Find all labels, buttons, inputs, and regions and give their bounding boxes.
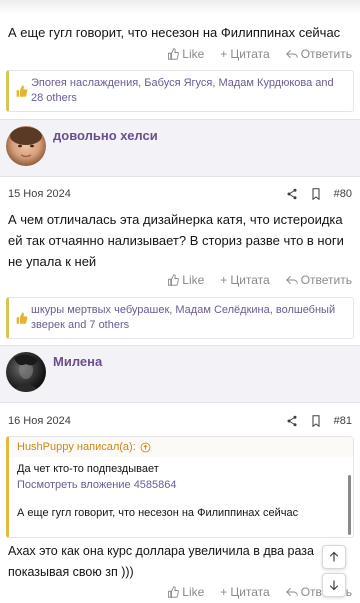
avatar[interactable] (6, 352, 46, 392)
portrait-icon (12, 354, 40, 392)
quote-line: Да чет кто-то подпездывает (17, 463, 159, 475)
bookmark-icon[interactable] (310, 415, 322, 427)
post-actions: Like + Цитата Ответить (0, 43, 360, 65)
thumbs-up-icon (168, 586, 180, 598)
likes-text: шкуры мертвых чебурашек, Мадам Селёдкина… (31, 304, 336, 331)
plus-icon: + (220, 273, 228, 287)
scroll-top-button[interactable] (322, 545, 346, 569)
post-tools: #81 (286, 415, 352, 427)
username[interactable]: довольно хелси (53, 128, 158, 143)
like-label: Like (182, 273, 205, 287)
arrow-down-icon (329, 580, 339, 591)
quote-scrollbar[interactable] (348, 475, 351, 535)
post-actions: Like + Цитата Ответить (0, 269, 360, 291)
reply-label: Ответить (300, 47, 352, 61)
post-body: А чем отличалась эта дизайнерка катя, чт… (8, 212, 344, 269)
post-actions: Like + Цитата Ответить (0, 581, 360, 603)
reply-icon (285, 275, 298, 285)
reply-icon (285, 587, 298, 597)
like-button[interactable]: Like (167, 47, 204, 61)
thumbs-up-icon (168, 274, 180, 286)
post-number[interactable]: #81 (334, 415, 352, 427)
post-meta: 16 Ноя 2024 #81 (0, 410, 360, 432)
post-body: Ахах это как она курс доллара увеличила … (8, 544, 314, 579)
forum-thread: А еще гугл говорит, что несезон на Филип… (0, 0, 360, 603)
quote-label: Цитата (230, 585, 270, 599)
plus-icon: + (220, 47, 228, 61)
bookmark-icon[interactable] (310, 188, 322, 200)
share-icon[interactable] (286, 188, 298, 200)
thumbs-up-icon (168, 48, 180, 60)
quote-label: Цитата (230, 47, 270, 61)
share-icon[interactable] (286, 415, 298, 427)
like-button[interactable]: Like (167, 585, 204, 599)
like-button[interactable]: Like (167, 273, 204, 287)
quote-button[interactable]: + Цитата (220, 273, 269, 287)
post-number[interactable]: #80 (334, 188, 352, 200)
thumbs-up-icon (16, 85, 28, 97)
post-tail (0, 0, 360, 14)
username[interactable]: Милена (53, 354, 102, 369)
reply-icon (285, 49, 298, 59)
quote-author: HushPuppy написал(а): (17, 441, 136, 453)
quote-block: HushPuppy написал(а): Да чет кто-то подп… (6, 436, 354, 538)
like-label: Like (182, 585, 205, 599)
quote-body: Да чет кто-то подпездывает Посмотреть вл… (9, 457, 353, 527)
likes-summary[interactable]: шкуры мертвых чебурашек, Мадам Селёдкина… (6, 297, 354, 339)
likes-summary[interactable]: Эпогея наслаждения, Бабуся Ягуся, Мадам … (6, 70, 354, 112)
quote-label: Цитата (230, 273, 270, 287)
avatar[interactable] (6, 126, 46, 166)
quote-button[interactable]: + Цитата (220, 47, 269, 61)
thumbs-up-icon (16, 312, 28, 324)
attachment-link[interactable]: Посмотреть вложение 4585864 (17, 477, 345, 493)
likes-text: Эпогея наслаждения, Бабуся Ягуся, Мадам … (31, 77, 334, 104)
like-label: Like (182, 47, 205, 61)
scroll-bottom-button[interactable] (322, 573, 346, 597)
reply-button[interactable]: Ответить (285, 273, 352, 287)
post-tools: #80 (286, 188, 352, 200)
post-body: А еще гугл говорит, что несезон на Филип… (8, 25, 341, 40)
post-header: Милена (0, 345, 360, 403)
post-meta: 15 Ноя 2024 #80 (0, 183, 360, 205)
plus-icon: + (220, 585, 228, 599)
reply-label: Ответить (300, 273, 352, 287)
face-icon (10, 127, 42, 158)
arrow-up-circle-icon[interactable] (140, 442, 151, 453)
quote-button[interactable]: + Цитата (220, 585, 269, 599)
arrow-up-icon (329, 551, 339, 562)
quote-line: А еще гугл говорит, что несезон на Филип… (17, 507, 299, 519)
quote-header[interactable]: HushPuppy написал(а): (9, 437, 353, 457)
post-date[interactable]: 16 Ноя 2024 (8, 415, 71, 427)
reply-button[interactable]: Ответить (285, 47, 352, 61)
post-date[interactable]: 15 Ноя 2024 (8, 188, 71, 200)
post-header: довольно хелси (0, 119, 360, 177)
